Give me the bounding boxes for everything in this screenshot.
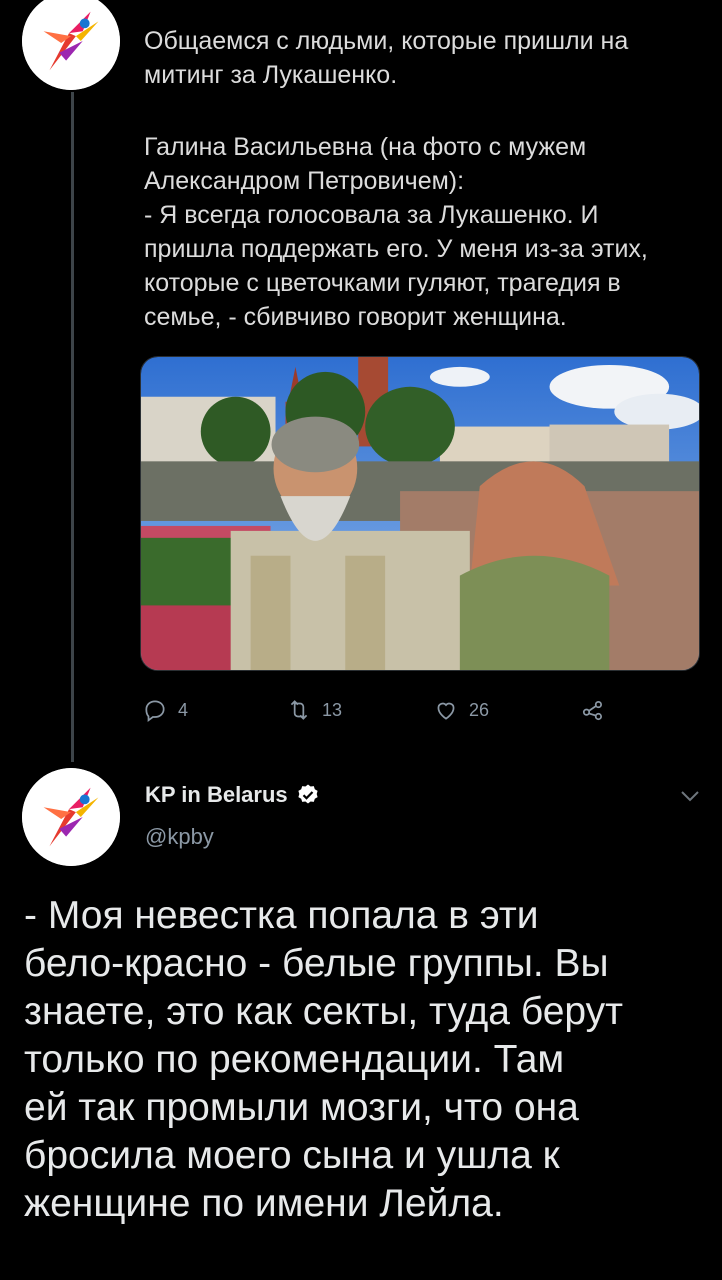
author-name[interactable]: KP in Belarus bbox=[145, 782, 288, 808]
retweet-icon bbox=[290, 700, 308, 720]
tweet-action-bar: 4 13 26 bbox=[140, 690, 620, 730]
tweet-line: пришла поддержать его. У меня из-за этих… bbox=[144, 235, 648, 263]
reply-icon bbox=[145, 700, 165, 723]
main-tweet-text: - Моя невестка попала в эти бело-красно … bbox=[24, 892, 704, 1228]
photo-image bbox=[141, 357, 699, 670]
tweet-line: Александром Петровичем): bbox=[144, 167, 465, 195]
reply-button[interactable]: 4 bbox=[142, 690, 188, 730]
tweet-line: митинг за Лукашенко. bbox=[144, 61, 398, 89]
tweet-line: бело-красно - белые группы. Вы bbox=[24, 942, 609, 985]
share-icon bbox=[582, 701, 602, 721]
thread-tweet-text: Общаемся с людьми, которые пришли на мит… bbox=[144, 24, 704, 92]
tweet-photo[interactable] bbox=[140, 356, 700, 671]
tweet-line: - Моя невестка попала в эти bbox=[24, 894, 539, 937]
retweet-count: 13 bbox=[322, 699, 343, 720]
tweet-line: женщине по имени Лейла. bbox=[24, 1182, 504, 1225]
tweet-line: только по рекомендации. Там bbox=[24, 1038, 565, 1081]
tweet-line: знаете, это как секты, туда берут bbox=[24, 990, 624, 1033]
thread-connector-line bbox=[71, 92, 74, 762]
tweet-line: - Я всегда голосовала за Лукашенко. И bbox=[144, 201, 599, 229]
tweet-line: ей так промыли мозги, что она bbox=[24, 1086, 579, 1129]
bird-logo-icon bbox=[22, 0, 120, 90]
tweet-line: семье, - сбивчиво говорит женщина. bbox=[144, 303, 567, 331]
like-button[interactable]: 26 bbox=[433, 690, 489, 730]
like-icon bbox=[437, 702, 455, 720]
bird-logo-icon bbox=[22, 768, 120, 866]
thread-tweet-quote: Галина Васильевна (на фото с мужем Алекс… bbox=[144, 130, 704, 334]
share-button[interactable] bbox=[580, 690, 606, 730]
author-handle[interactable]: @kpby bbox=[145, 824, 320, 850]
retweet-button[interactable]: 13 bbox=[286, 690, 342, 730]
avatar[interactable] bbox=[22, 768, 120, 866]
tweet-author[interactable]: KP in Belarus @kpby bbox=[145, 780, 320, 850]
like-count: 26 bbox=[469, 699, 490, 720]
tweet-line: Галина Васильевна (на фото с мужем bbox=[144, 133, 587, 161]
avatar[interactable] bbox=[22, 0, 120, 90]
tweet-line: бросила моего сына и ушла к bbox=[24, 1134, 560, 1177]
reply-count: 4 bbox=[178, 699, 189, 720]
tweet-line: которые с цветочками гуляют, трагедия в bbox=[144, 269, 621, 297]
chevron-down-icon[interactable] bbox=[676, 786, 704, 806]
tweet-line: Общаемся с людьми, которые пришли на bbox=[144, 27, 629, 55]
verified-icon bbox=[298, 784, 318, 804]
